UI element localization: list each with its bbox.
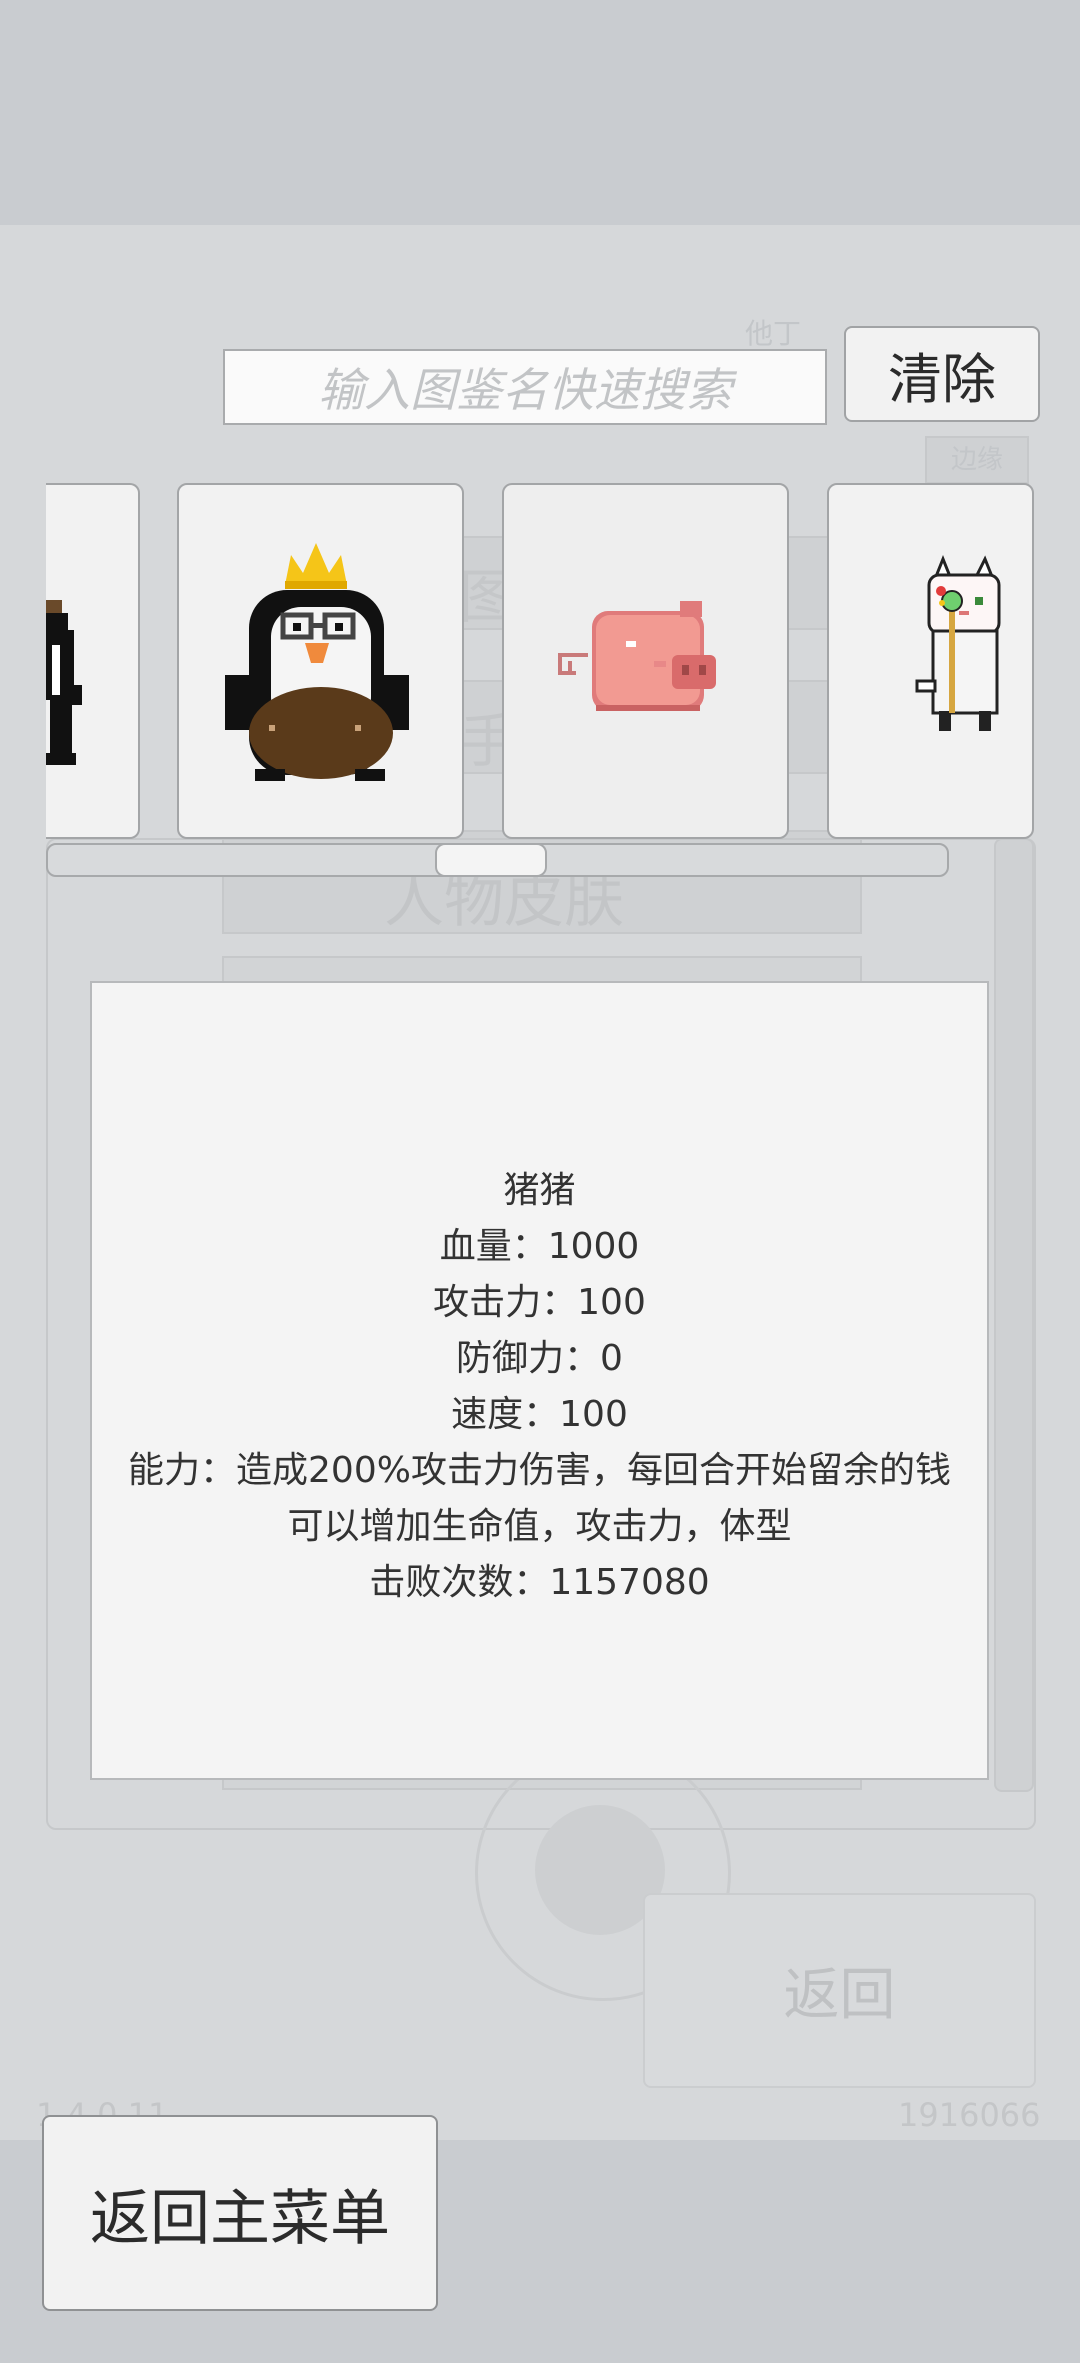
defeat-count: 击败次数：1157080 bbox=[369, 1562, 710, 1603]
partial-character-icon bbox=[46, 600, 82, 765]
background-tag: 边缘 bbox=[925, 436, 1029, 484]
main-menu-button[interactable]: 返回主菜单 bbox=[42, 2115, 438, 2311]
background-scrollbar bbox=[994, 838, 1034, 1792]
ability-line-1: 能力：造成200%攻击力伤害，每回合开始留余的钱 bbox=[128, 1450, 951, 1491]
clear-button[interactable]: 清除 bbox=[844, 326, 1040, 422]
card-pig[interactable] bbox=[502, 483, 789, 839]
main-menu-button-label: 返回主菜单 bbox=[90, 2183, 390, 2254]
user-id-label: 1916066 bbox=[898, 2096, 1041, 2134]
cat-with-staff-icon bbox=[915, 554, 1001, 731]
search-placeholder: 输入图鉴名快速搜索 bbox=[318, 363, 732, 417]
attack-stat: 攻击力：100 bbox=[433, 1282, 646, 1323]
card-penguin[interactable] bbox=[177, 483, 464, 839]
ability-line-2: 可以增加生命值，攻击力，体型 bbox=[287, 1506, 792, 1547]
top-band bbox=[0, 0, 1080, 225]
speed-stat: 速度：100 bbox=[451, 1394, 628, 1435]
card-cat[interactable] bbox=[827, 483, 1034, 839]
background-label: 他丁 bbox=[745, 317, 802, 350]
hp-stat: 血量：1000 bbox=[439, 1226, 640, 1267]
return-button-label: 返回 bbox=[783, 1963, 896, 2028]
character-name: 猪猪 bbox=[503, 1170, 576, 1211]
background-tag-label: 边缘 bbox=[950, 445, 1003, 475]
clear-button-label: 清除 bbox=[888, 347, 996, 411]
pig-icon bbox=[558, 601, 716, 711]
return-button[interactable]: 返回 bbox=[643, 1893, 1036, 2088]
info-panel: 猪猪 血量：1000 攻击力：100 防御力：0 速度：100 能力：造成200… bbox=[90, 981, 989, 1780]
carousel-scrollbar-thumb[interactable] bbox=[435, 843, 547, 877]
defense-stat: 防御力：0 bbox=[456, 1338, 623, 1379]
penguin-king-icon bbox=[225, 543, 409, 781]
info-text-block: 猪猪 血量：1000 攻击力：100 防御力：0 速度：100 能力：造成200… bbox=[92, 1163, 987, 1611]
card-partial[interactable] bbox=[46, 483, 140, 839]
search-input[interactable]: 输入图鉴名快速搜索 bbox=[223, 349, 827, 425]
